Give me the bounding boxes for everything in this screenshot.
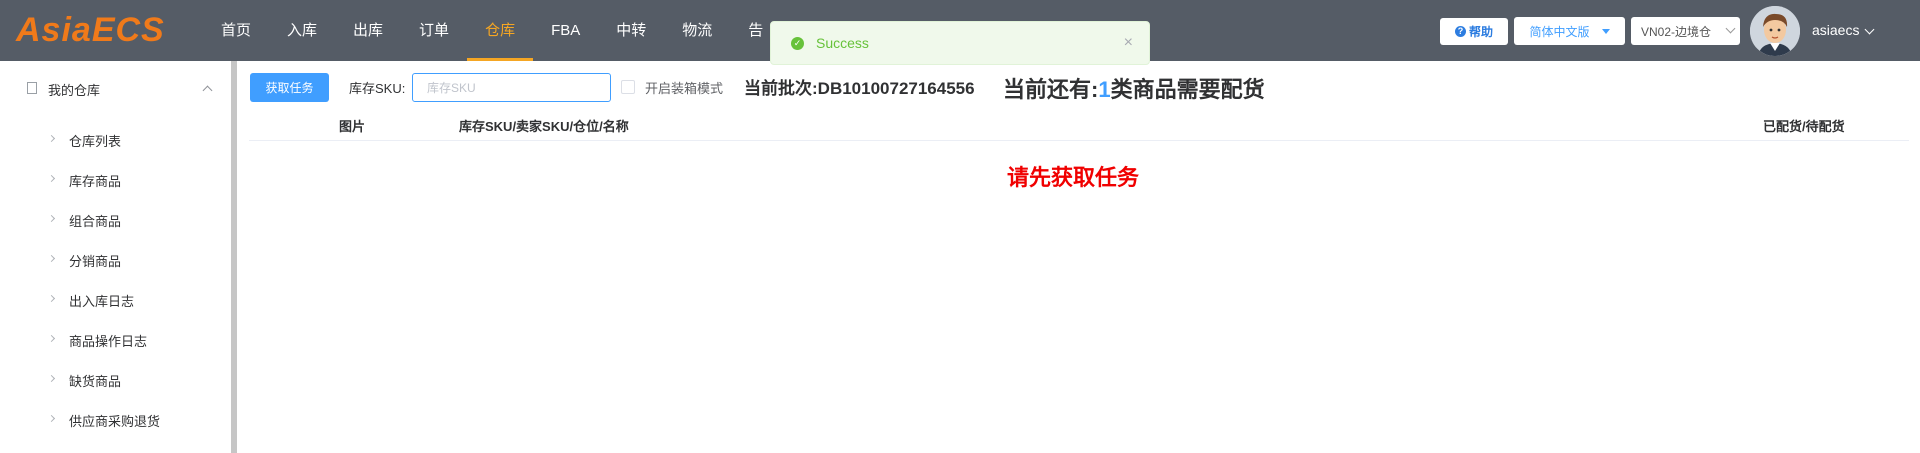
sidebar-item-label: 组合商品 [69,214,122,229]
remaining-prefix: 当前还有: [1003,77,1099,102]
success-check-icon: ✓ [791,36,804,50]
boxing-mode-checkbox[interactable] [621,80,635,94]
document-icon [27,82,37,94]
sku-input[interactable] [412,73,611,102]
sidebar-item-distribution-goods[interactable]: 分销商品 [0,241,231,281]
toast-message: Success [816,35,869,51]
nav-transit[interactable]: 中转 [598,0,664,61]
current-batch: 当前批次:DB10100727164556 [744,79,975,98]
sidebar-item-warehouse-list[interactable]: 仓库列表 [0,121,231,161]
sku-label: 库存SKU: [349,81,406,96]
sidebar-item-out-of-stock[interactable]: 缺货商品 [0,361,231,401]
sidebar-item-bundle-goods[interactable]: 组合商品 [0,201,231,241]
chevron-down-icon [1725,23,1736,34]
chevron-right-icon [47,414,56,423]
nav-logistics[interactable]: 物流 [664,0,730,61]
sidebar-item-label: 库存商品 [69,174,122,189]
sidebar-item-label: 分销商品 [69,254,122,269]
nav-home[interactable]: 首页 [203,0,269,61]
get-task-button[interactable]: 获取任务 [250,73,329,102]
nav-warehouse[interactable]: 仓库 [467,0,534,61]
sidebar: 我的仓库 仓库列表 库存商品 组合商品 分销商品 出入库日志 商品操作日志 缺货… [0,61,237,453]
warehouse-value: VN02-边境仓 [1641,24,1712,39]
username[interactable]: asiaecs [1812,0,1859,61]
user-menu-chevron-icon[interactable] [1864,24,1875,35]
sidebar-group-my-warehouse[interactable]: 我的仓库 [0,61,231,117]
language-dropdown[interactable]: 简体中文版 [1514,17,1625,45]
sidebar-item-label: 商品操作日志 [69,334,148,349]
avatar[interactable] [1750,6,1800,56]
nav-inbound[interactable]: 入库 [269,0,335,61]
column-header-image: 图片 [339,119,366,134]
question-icon: ? [1454,26,1466,37]
boxing-mode-label[interactable]: 开启装箱模式 [645,78,723,97]
sidebar-group-label: 我的仓库 [48,83,101,98]
app-logo[interactable]: AsiaECS [16,10,165,50]
close-icon[interactable]: × [1124,34,1133,52]
column-header-allocation: 已配货/待配货 [1763,119,1845,134]
chevron-right-icon [47,374,56,383]
main-content: 获取任务 库存SKU: 开启装箱模式 当前批次:DB10100727164556… [237,61,1920,453]
nav-fba[interactable]: FBA [533,0,598,61]
caret-down-icon [1601,28,1610,34]
column-header-sku: 库存SKU/卖家SKU/仓位/名称 [459,119,629,134]
sidebar-item-label: 仓库列表 [69,134,122,149]
sidebar-item-label: 出入库日志 [69,294,135,309]
chevron-right-icon [47,334,56,343]
success-toast: ✓ Success × [770,21,1150,65]
chevron-up-icon [202,85,213,96]
chevron-right-icon [47,294,56,303]
help-button[interactable]: ? 帮助 [1440,18,1508,45]
remaining-count: 1 [1098,77,1111,102]
chevron-right-icon [47,214,56,223]
sidebar-item-supplier-returns[interactable]: 供应商采购退货 [0,401,231,441]
nav-orders[interactable]: 订单 [401,0,467,61]
chevron-right-icon [47,254,56,263]
sidebar-item-label: 缺货商品 [69,374,122,389]
sidebar-item-inout-log[interactable]: 出入库日志 [0,281,231,321]
table-header-divider [249,140,1909,141]
sidebar-item-stock-goods[interactable]: 库存商品 [0,161,231,201]
nav-outbound[interactable]: 出库 [335,0,401,61]
sidebar-item-goods-operation-log[interactable]: 商品操作日志 [0,321,231,361]
user-avatar-icon [1750,6,1800,56]
help-label: 帮助 [1468,25,1493,39]
remaining-summary: 当前还有:1类商品需要配货 [1003,72,1265,104]
chevron-right-icon [47,174,56,183]
remaining-suffix: 类商品需要配货 [1110,77,1265,102]
warehouse-select[interactable]: VN02-边境仓 [1631,17,1740,45]
empty-task-message: 请先获取任务 [1007,165,1140,190]
sidebar-item-label: 供应商采购退货 [69,414,161,429]
language-label: 简体中文版 [1529,24,1590,39]
chevron-right-icon [47,134,56,143]
main-nav: 首页 入库 出库 订单 仓库 FBA 中转 物流 告 [203,0,781,61]
